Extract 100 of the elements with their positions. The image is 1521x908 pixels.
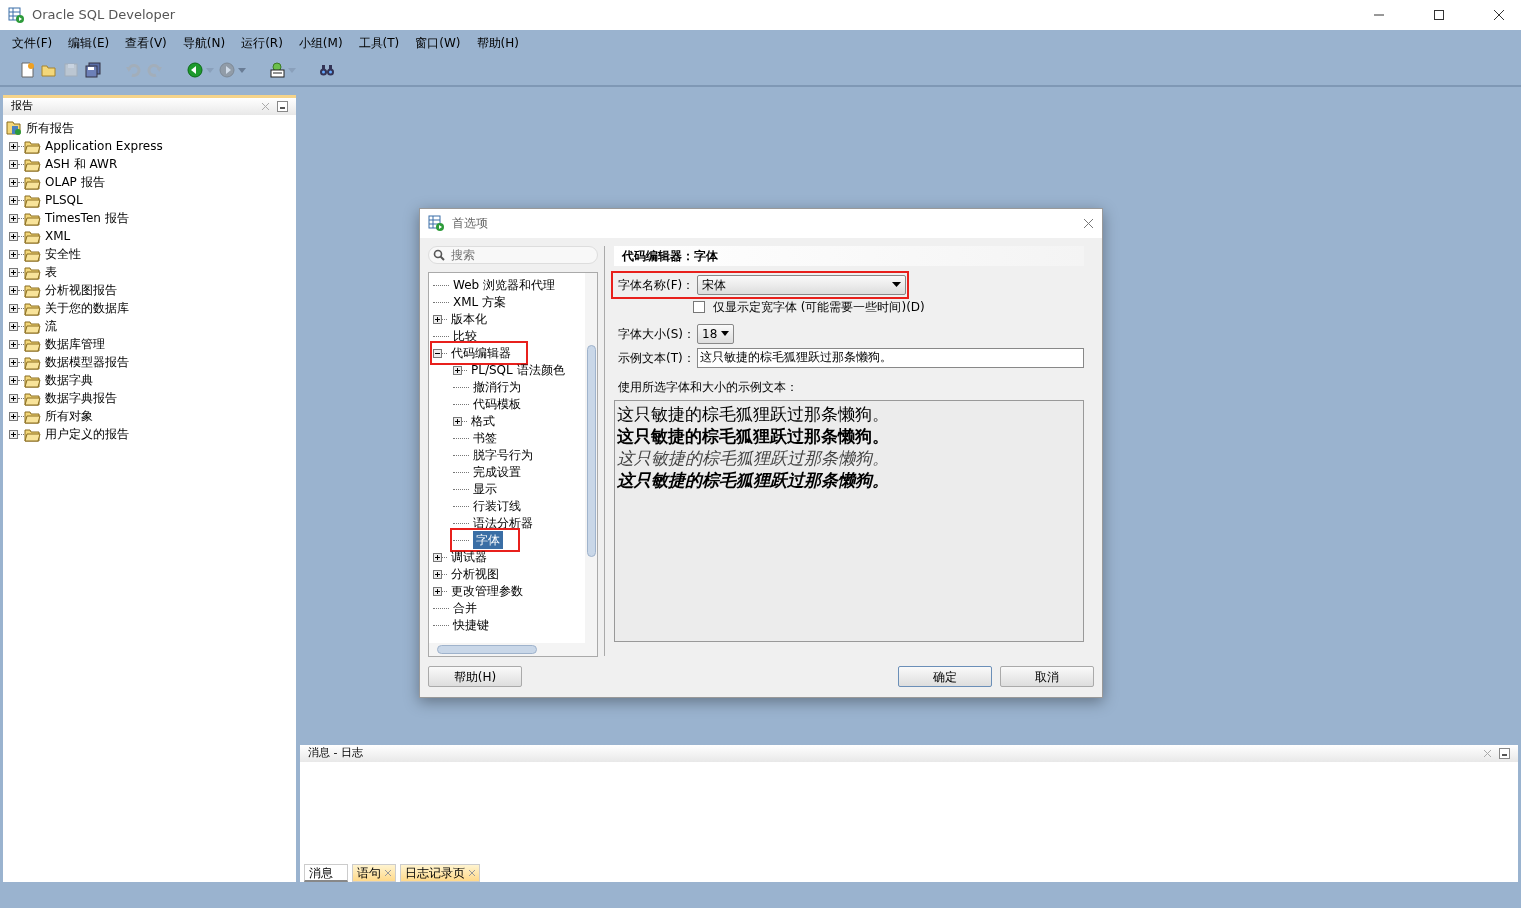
expand-icon[interactable] <box>9 159 18 169</box>
tree-item[interactable]: 语法分析器 <box>473 514 533 533</box>
new-file-icon[interactable] <box>19 62 35 78</box>
expand-icon[interactable] <box>9 267 18 277</box>
expand-icon[interactable] <box>9 231 18 241</box>
tab[interactable]: 消息 <box>304 864 348 882</box>
tree-item[interactable]: 显示 <box>473 480 497 499</box>
tree-item[interactable]: 表 <box>45 263 57 281</box>
preview-caption: 使用所选字体和大小的示例文本： <box>617 378 799 396</box>
tree-item[interactable]: Application Express <box>45 137 163 155</box>
preview-line: 这只敏捷的棕毛狐狸跃过那条懒狗。 <box>617 402 890 425</box>
menu-item[interactable]: 文件(F) <box>4 33 61 52</box>
tree-item[interactable]: 分析视图 <box>451 565 499 584</box>
expand-icon[interactable] <box>9 375 18 385</box>
expand-icon[interactable] <box>453 365 462 375</box>
tree-item[interactable]: 比较 <box>453 327 477 346</box>
cancel-button[interactable]: 取消 <box>1000 666 1094 688</box>
expand-icon[interactable] <box>433 552 442 562</box>
expand-icon[interactable] <box>9 357 18 367</box>
menu-item[interactable]: 运行(R) <box>233 33 291 52</box>
tree-item[interactable]: 合并 <box>453 599 477 618</box>
expand-icon[interactable] <box>9 411 18 421</box>
tree-item[interactable]: 行装订线 <box>473 497 521 516</box>
tree-item[interactable]: 流 <box>45 317 57 335</box>
scrollbar-thumb[interactable] <box>586 344 596 557</box>
expand-icon[interactable] <box>433 586 442 596</box>
tree-item[interactable]: 代码编辑器 <box>451 344 511 363</box>
tab[interactable]: 日志记录页 <box>400 864 480 882</box>
tree-item[interactable]: 脱字号行为 <box>473 446 533 465</box>
menu-item[interactable]: 小组(M) <box>290 33 351 52</box>
tree-item[interactable]: TimesTen 报告 <box>45 209 129 227</box>
tree-item[interactable]: 完成设置 <box>473 463 521 482</box>
tree-item[interactable]: PLSQL <box>45 191 83 209</box>
menu-item[interactable]: 帮助(H) <box>468 33 527 52</box>
minimize-icon[interactable] <box>1499 748 1510 759</box>
expand-icon[interactable] <box>9 321 18 331</box>
tab[interactable]: 语句 <box>352 864 396 882</box>
menu-item[interactable]: 查看(V) <box>117 33 175 52</box>
tree-item[interactable]: 格式 <box>471 412 495 431</box>
checkbox[interactable] <box>693 300 705 313</box>
tree-item[interactable]: Web 浏览器和代理 <box>453 276 555 295</box>
tree-item[interactable]: 关于您的数据库 <box>45 299 129 317</box>
tree-item[interactable]: 更改管理参数 <box>451 582 523 601</box>
tree-item[interactable]: OLAP 报告 <box>45 173 105 191</box>
tree-item[interactable]: ASH 和 AWR <box>45 155 118 173</box>
menu-item[interactable]: 工具(T) <box>350 33 408 52</box>
expand-icon[interactable] <box>9 393 18 403</box>
sql-worksheet-icon[interactable] <box>269 62 285 78</box>
menu-item[interactable]: 导航(N) <box>174 33 234 52</box>
tree-item[interactable]: 数据字典报告 <box>45 389 117 407</box>
binoculars-icon[interactable] <box>319 62 335 78</box>
tree-item[interactable]: 数据模型器报告 <box>45 353 129 371</box>
expand-icon[interactable] <box>9 339 18 349</box>
expand-icon[interactable] <box>453 416 462 426</box>
tree-item[interactable]: 所有对象 <box>45 407 93 425</box>
minimize-icon[interactable] <box>277 101 288 112</box>
dropdown-caret-icon <box>892 282 901 288</box>
expand-icon[interactable] <box>9 303 18 313</box>
collapse-icon[interactable] <box>433 348 442 358</box>
tree-item[interactable]: 书签 <box>473 429 497 448</box>
maximize-icon[interactable] <box>1433 9 1445 21</box>
tree-item[interactable]: XML <box>45 227 71 245</box>
tree-item[interactable]: 用户定义的报告 <box>45 425 129 443</box>
ok-button[interactable]: 确定 <box>898 666 992 688</box>
expand-icon[interactable] <box>433 569 442 579</box>
expand-icon[interactable] <box>9 177 18 187</box>
tree-item[interactable]: 调试器 <box>451 548 487 567</box>
tree-item[interactable]: 撤消行为 <box>473 378 521 397</box>
help-button[interactable]: 帮助(H) <box>428 666 522 688</box>
save-all-icon[interactable] <box>85 62 101 78</box>
tree-item[interactable]: 所有报告 <box>26 119 74 137</box>
expand-icon[interactable] <box>9 429 18 439</box>
menu-item[interactable]: 编辑(E) <box>60 33 118 52</box>
expand-icon[interactable] <box>9 249 18 259</box>
tree-item[interactable]: 分析视图报告 <box>45 281 117 299</box>
tree-item[interactable]: 代码模板 <box>473 395 521 414</box>
font-size-dropdown[interactable]: 18 <box>697 323 735 344</box>
scrollbar-thumb[interactable] <box>437 644 537 654</box>
expand-icon[interactable] <box>9 285 18 295</box>
dropdown-caret-icon <box>721 331 730 337</box>
folder-icon <box>24 336 41 352</box>
sample-text-field[interactable]: 这只敏捷的棕毛狐狸跃过那条懒狗。 <box>697 347 1084 368</box>
tree-item[interactable]: 版本化 <box>451 310 487 329</box>
tree-item[interactable]: 数据库管理 <box>45 335 105 353</box>
expand-icon[interactable] <box>9 195 18 205</box>
checkbox-label: 仅显示定宽字体 (可能需要一些时间)(D) <box>713 298 925 316</box>
tree-item[interactable]: 字体 <box>473 531 503 550</box>
close-icon[interactable] <box>1493 9 1505 21</box>
expand-icon[interactable] <box>9 213 18 223</box>
tree-item[interactable]: 快捷键 <box>453 616 489 635</box>
expand-icon[interactable] <box>433 314 442 324</box>
expand-icon[interactable] <box>9 141 18 151</box>
preview-line: 这只敏捷的棕毛狐狸跃过那条懒狗。 <box>617 468 890 491</box>
tree-item[interactable]: XML 方案 <box>453 293 507 312</box>
font-name-dropdown[interactable]: 宋体 <box>697 274 906 295</box>
search-field[interactable]: 搜索 <box>428 245 598 264</box>
tree-item[interactable]: PL/SQL 语法颜色 <box>471 361 565 380</box>
tree-item[interactable]: 安全性 <box>45 245 81 263</box>
menu-item[interactable]: 窗口(W) <box>407 33 469 52</box>
tree-item[interactable]: 数据字典 <box>45 371 93 389</box>
